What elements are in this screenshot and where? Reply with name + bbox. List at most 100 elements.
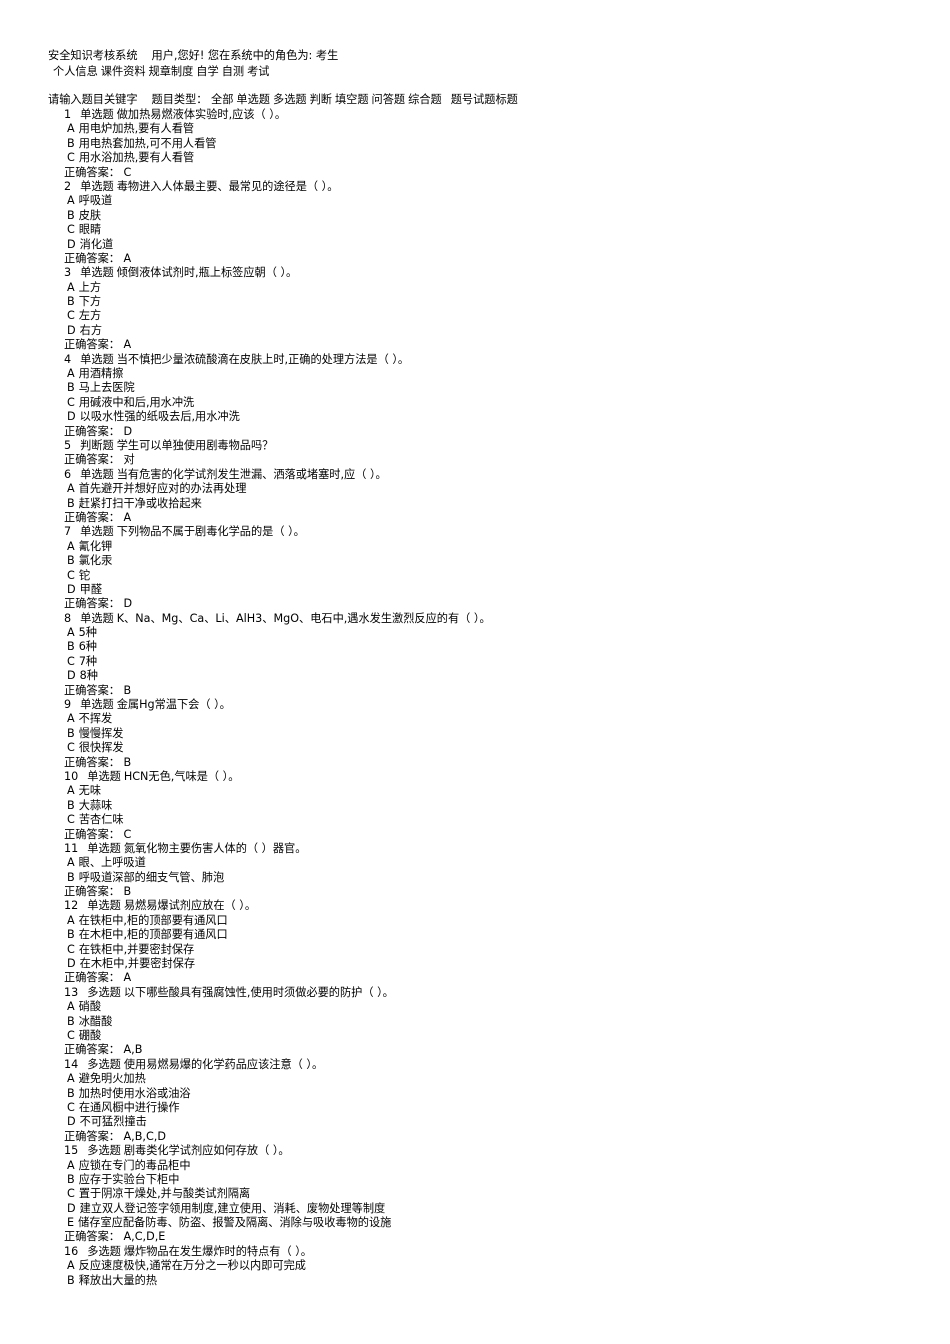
correct-answer-row: 正确答案： A	[0, 511, 950, 525]
question-number: 8	[64, 611, 72, 625]
option-text: 甲醛	[79, 582, 103, 596]
question-text: 以下哪些酸具有强腐蚀性,使用时须做必要的防护（ ）。	[123, 985, 394, 999]
filter-type-comprehensive[interactable]: 综合题	[408, 93, 442, 106]
option-letter: B	[67, 1273, 75, 1287]
option-letter: C	[67, 813, 75, 827]
correct-answer-label: 正确答案：	[64, 165, 120, 179]
option-text: 铊	[78, 568, 91, 582]
option-letter: C	[67, 395, 75, 409]
option-text: 皮肤	[78, 208, 102, 222]
question-type: 单选题	[87, 769, 121, 783]
question-type: 单选题	[87, 899, 121, 913]
question-option: A 在铁柜中,柜的顶部要有通风口	[0, 914, 950, 928]
question-option: A 硝酸	[0, 1000, 950, 1014]
filter-type-multi[interactable]: 多选题	[273, 93, 307, 106]
correct-answer-value: A,B,C,D	[119, 1129, 166, 1143]
correct-answer-row: 正确答案： 对	[0, 453, 950, 467]
question-option: A 首先避开并想好应对的办法再处理	[0, 482, 950, 496]
option-letter: A	[67, 913, 75, 927]
option-text: 储存室应配备防毒、防盗、报警及隔离、消除与吸收毒物的设施	[78, 1216, 392, 1230]
option-text: 大蒜味	[78, 798, 113, 812]
option-letter: A	[67, 856, 75, 870]
question-option: B 大蒜味	[0, 799, 950, 813]
option-letter: C	[67, 654, 75, 668]
question-option: B 应存于实验台下柜中	[0, 1173, 950, 1187]
question-option: C 7种	[0, 655, 950, 669]
correct-answer-label: 正确答案：	[64, 827, 120, 841]
option-letter: B	[67, 1014, 75, 1028]
question-type: 单选题	[80, 108, 114, 121]
question-number: 4	[64, 352, 72, 366]
option-text: 6种	[78, 640, 97, 654]
filter-type-all[interactable]: 全部	[211, 93, 233, 106]
question-text: 使用易燃易爆的化学药品应该注意（ ）。	[123, 1057, 324, 1071]
question-type: 单选题	[87, 841, 121, 855]
nav-link-self-test[interactable]: 自测	[222, 65, 244, 78]
filter-type-single[interactable]: 单选题	[236, 93, 270, 106]
option-text: 避免明火加热	[78, 1072, 146, 1086]
option-text: 用电热套加热,可不用人看管	[78, 136, 217, 150]
question-number-label: 题号	[450, 93, 474, 106]
correct-answer-label: 正确答案：	[64, 885, 120, 899]
correct-answer-value: B	[119, 755, 132, 769]
correct-answer-label: 正确答案：	[64, 683, 120, 697]
option-text: 消化道	[79, 237, 114, 251]
option-text: 马上去医院	[78, 381, 135, 395]
option-text: 不可猛烈撞击	[79, 1115, 147, 1129]
question-number: 12	[64, 899, 79, 913]
question-number: 3	[64, 266, 72, 280]
correct-answer-row: 正确答案： A	[0, 252, 950, 266]
question-option: A 呼吸道	[0, 194, 950, 208]
option-letter: A	[67, 194, 75, 208]
question-text: 学生可以单独使用剧毒物品吗？	[116, 438, 274, 452]
option-letter: D	[67, 1115, 76, 1129]
option-text: 氯化汞	[78, 554, 113, 568]
option-text: 下方	[78, 295, 102, 309]
question-option: A 应锁在专门的毒品柜中	[0, 1159, 950, 1173]
option-letter: A	[67, 1072, 75, 1086]
option-letter: B	[67, 640, 75, 654]
question-number: 16	[64, 1244, 79, 1258]
question-text: 毒物进入人体最主要、最常见的途径是（ ）。	[116, 179, 339, 193]
nav-link-courseware[interactable]: 课件资料	[101, 65, 146, 78]
question-option: C 左方	[0, 309, 950, 323]
option-text: 7种	[78, 654, 98, 668]
nav-link-exam[interactable]: 考试	[247, 65, 269, 78]
nav-link-self-study[interactable]: 自学	[196, 65, 218, 78]
correct-answer-label: 正确答案：	[64, 755, 120, 769]
option-text: 氰化钾	[78, 539, 113, 553]
option-text: 不挥发	[78, 712, 113, 726]
question-list: 1 单选题 做加热易燃液体实验时,应该（ ）。 A 用电炉加热,要有人看管 B 用电热套加热…	[0, 108, 950, 1288]
question-option: D 建立双人登记签字领用制度,建立使用、消耗、废物处理等制度	[0, 1202, 950, 1216]
keyword-search-input[interactable]: 请输入题目关键字	[48, 93, 138, 106]
filter-type-judge[interactable]: 判断	[310, 93, 332, 106]
question-title-row: 2 单选题 毒物进入人体最主要、最常见的途径是（ ）。	[0, 180, 950, 194]
question-title-row: 9 单选题 金属Hg常温下会（ ）。	[0, 698, 950, 712]
question-option: A 用电炉加热,要有人看管	[0, 122, 950, 136]
question-option: B 氯化汞	[0, 554, 950, 568]
option-letter: A	[67, 539, 75, 553]
option-text: 硝酸	[78, 1000, 102, 1014]
option-letter: A	[67, 482, 75, 496]
question-title-row: 14 多选题 使用易燃易爆的化学药品应该注意（ ）。	[0, 1058, 950, 1072]
correct-answer-row: 正确答案： B	[0, 756, 950, 770]
question-option: A 用酒精擦	[0, 367, 950, 381]
correct-answer-row: 正确答案： B	[0, 684, 950, 698]
question-option: A 氰化钾	[0, 540, 950, 554]
option-text: 眼、上呼吸道	[78, 856, 146, 870]
question-option: C 置于阴凉干燥处,并与酸类试剂隔离	[0, 1187, 950, 1201]
filter-type-qa[interactable]: 问答题	[372, 93, 406, 106]
option-text: 在铁柜中,柜的顶部要有通风口	[78, 913, 228, 927]
filter-type-fill[interactable]: 填空题	[335, 93, 369, 106]
question-option: B 用电热套加热,可不用人看管	[0, 137, 950, 151]
question-number: 7	[64, 525, 72, 539]
option-letter: B	[67, 295, 75, 309]
option-text: 用水浴加热,要有人看管	[78, 151, 195, 165]
correct-answer-value: B	[119, 885, 132, 899]
question-number: 2	[64, 179, 72, 193]
option-text: 在木柜中,并要密封保存	[79, 957, 196, 971]
question-number: 6	[64, 467, 72, 481]
nav-link-profile[interactable]: 个人信息	[53, 65, 98, 78]
nav-link-regulations[interactable]: 规章制度	[149, 65, 194, 78]
question-title-row: 6 单选题 当有危害的化学试剂发生泄漏、洒落或堵塞时,应（ ）。	[0, 468, 950, 482]
